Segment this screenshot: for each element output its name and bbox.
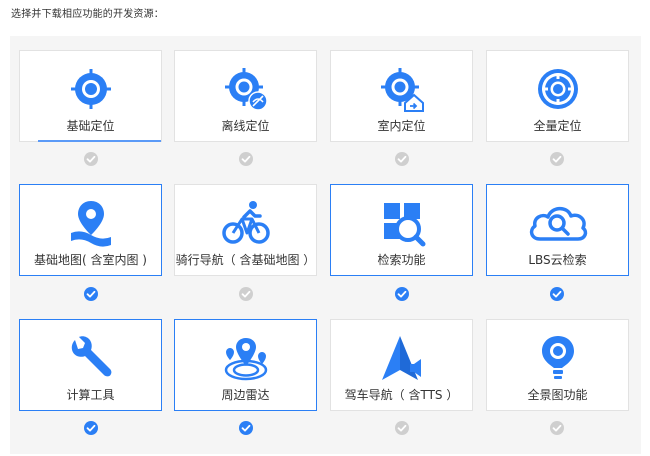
feature-card-basic-map[interactable]: 基础地图( 含室内图 )	[19, 184, 162, 276]
feature-label: 驾车导航（ 含TTS ）	[344, 388, 459, 402]
checkbox-driving-navigation[interactable]	[395, 421, 409, 435]
feature-card-indoor-location[interactable]: 室内定位	[330, 50, 473, 142]
radar-icon	[222, 334, 270, 382]
checkbox-lbs-cloud-search[interactable]	[550, 287, 564, 301]
feature-card-basic-location[interactable]: 基础定位	[19, 50, 162, 142]
feature-label: 基础地图( 含室内图 )	[34, 253, 147, 267]
offline-location-icon	[222, 65, 270, 113]
indoor-location-icon	[378, 65, 426, 113]
location-crosshair-icon	[67, 65, 115, 113]
feature-card-driving-navigation[interactable]: 驾车导航（ 含TTS ）	[330, 319, 473, 411]
wrench-icon	[67, 334, 115, 382]
feature-label: 室内定位	[377, 119, 426, 133]
checkbox-basic-map[interactable]	[84, 287, 98, 301]
checkbox-basic-location[interactable]	[84, 152, 98, 166]
checkbox-panorama[interactable]	[550, 421, 564, 435]
bicycle-icon	[221, 199, 270, 247]
feature-label: 骑行导航（ 含基础地图 ）	[175, 253, 316, 267]
feature-label: 全景图功能	[527, 388, 588, 402]
feature-label: 全量定位	[533, 119, 582, 133]
feature-label: 基础定位	[66, 119, 115, 133]
checkbox-full-location[interactable]	[550, 152, 564, 166]
feature-card-offline-location[interactable]: 离线定位	[174, 50, 317, 142]
checkbox-offline-location[interactable]	[239, 152, 253, 166]
feature-card-panorama[interactable]: 全景图功能	[486, 319, 629, 411]
checkbox-indoor-location[interactable]	[395, 152, 409, 166]
feature-label: 周边雷达	[221, 388, 270, 402]
cloud-search-icon	[526, 199, 590, 247]
full-location-icon	[534, 65, 582, 113]
feature-card-calculation-tools[interactable]: 计算工具	[19, 319, 162, 411]
active-underline	[38, 140, 161, 142]
feature-card-cycling-navigation[interactable]: 骑行导航（ 含基础地图 ）	[174, 184, 317, 276]
prompt-text: 选择并下载相应功能的开发资源：	[11, 9, 164, 20]
feature-label: 计算工具	[66, 388, 115, 402]
navigation-arrow-icon	[378, 334, 426, 382]
feature-label: 离线定位	[221, 119, 270, 133]
checkbox-search[interactable]	[395, 287, 409, 301]
search-grid-icon	[378, 199, 426, 247]
feature-card-lbs-cloud-search[interactable]: LBS云检索	[486, 184, 629, 276]
checkbox-nearby-radar[interactable]	[239, 421, 253, 435]
feature-label: LBS云检索	[528, 253, 587, 267]
feature-card-full-location[interactable]: 全量定位	[486, 50, 629, 142]
feature-panel: 基础定位 离线定位 室内定位 全量定位 基础地图(含室内图) 骑行导航（ 含…	[10, 36, 641, 454]
checkbox-cycling-navigation[interactable]	[239, 287, 253, 301]
map-pin-icon	[67, 199, 115, 247]
feature-card-search[interactable]: 检索功能	[330, 184, 473, 276]
checkbox-calculation-tools[interactable]	[84, 421, 98, 435]
feature-card-nearby-radar[interactable]: 周边雷达	[174, 319, 317, 411]
feature-label: 检索功能	[377, 253, 426, 267]
panorama-pin-icon	[534, 334, 582, 382]
